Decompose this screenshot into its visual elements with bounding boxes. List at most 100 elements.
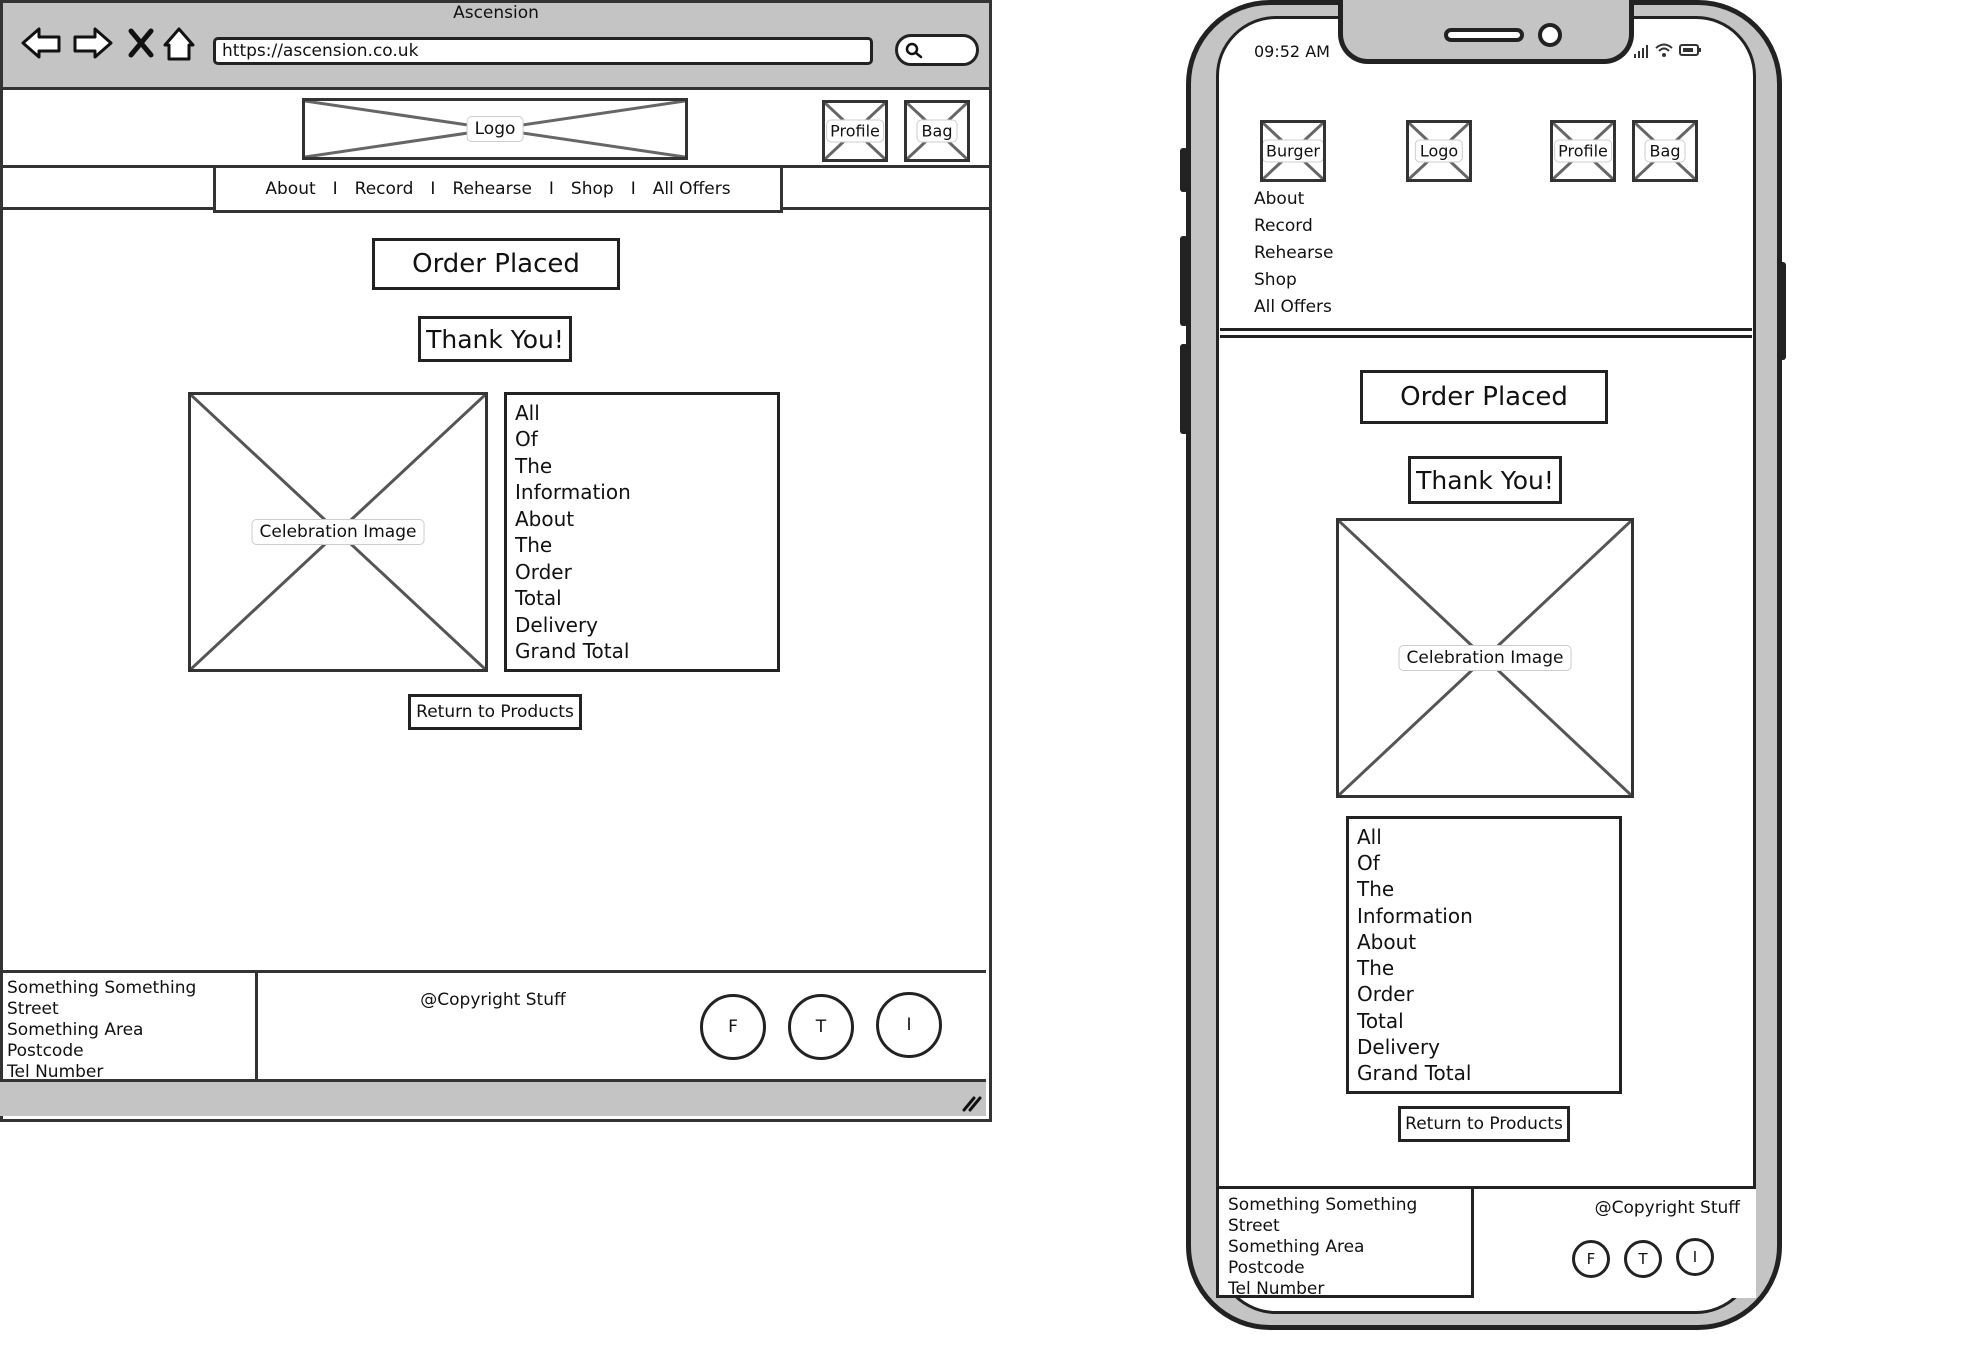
main-navigation: About I Record I Rehearse I Shop I All O… — [213, 168, 783, 213]
wifi-icon — [1655, 43, 1673, 57]
profile-button[interactable]: Profile — [822, 100, 888, 162]
celebration-image-label: Celebration Image — [251, 519, 425, 545]
facebook-link[interactable]: F — [700, 994, 766, 1060]
info-line: Delivery — [1357, 1034, 1441, 1059]
info-line: The — [515, 533, 553, 558]
mobile-celebration-image-label: Celebration Image — [1398, 645, 1572, 671]
mobile-footer-copyright: @Copyright Stuff — [1594, 1198, 1740, 1218]
phone-side-button — [1180, 344, 1188, 434]
nav-separator: I — [548, 179, 554, 199]
info-line: Of — [1357, 851, 1380, 876]
address-line: Something Area — [1228, 1237, 1365, 1257]
info-line: All — [515, 401, 540, 425]
info-line: Delivery — [515, 612, 599, 637]
info-line: The — [1357, 877, 1395, 902]
thank-you-heading: Thank You! — [418, 316, 572, 362]
info-line: Information — [515, 480, 631, 505]
info-line: About — [515, 506, 575, 531]
address-line: Tel Number — [1228, 1279, 1325, 1299]
celebration-image: Celebration Image — [188, 392, 488, 672]
camera-icon — [1538, 23, 1562, 47]
back-arrow-icon[interactable] — [21, 27, 61, 59]
info-line: The — [1357, 956, 1395, 981]
info-line: About — [1357, 929, 1417, 954]
nav-item-rehearse[interactable]: Rehearse — [445, 179, 538, 199]
mobile-profile-label: Profile — [1554, 139, 1612, 163]
status-icons — [1634, 43, 1701, 58]
instagram-link[interactable]: I — [876, 992, 942, 1058]
browser-status-bar — [0, 1082, 986, 1116]
address-line: Postcode — [1228, 1258, 1305, 1278]
address-line: Tel Number — [7, 1062, 104, 1082]
nav-item-record[interactable]: Record — [348, 179, 421, 199]
mobile-menu-item-record[interactable]: Record — [1254, 213, 1333, 240]
profile-label: Profile — [826, 119, 884, 143]
order-info-panel: All Of The Information About The Order T… — [504, 392, 780, 672]
info-line: All — [1357, 825, 1382, 849]
phone-side-button — [1180, 236, 1188, 326]
info-line: Total — [1357, 1008, 1404, 1033]
info-line: The — [515, 453, 553, 478]
phone-side-button — [1778, 262, 1786, 360]
status-time: 09:52 AM — [1254, 42, 1330, 61]
address-line: Something Something Street — [1228, 1195, 1418, 1236]
info-line: Order — [515, 559, 572, 584]
browser-search-button[interactable] — [895, 34, 979, 66]
address-line: Something Something Street — [7, 978, 197, 1019]
home-icon[interactable] — [163, 27, 195, 61]
mobile-menu-item-shop[interactable]: Shop — [1254, 267, 1333, 294]
bag-button[interactable]: Bag — [904, 100, 970, 162]
mobile-logo[interactable]: Logo — [1406, 120, 1472, 182]
mobile-menu: About Record Rehearse Shop All Offers — [1254, 186, 1333, 321]
nav-item-all-offers[interactable]: All Offers — [646, 179, 738, 199]
mobile-order-placed-heading: Order Placed — [1360, 370, 1608, 424]
search-icon — [905, 42, 923, 59]
address-line: Something Area — [7, 1020, 144, 1040]
twitter-link[interactable]: T — [788, 994, 854, 1060]
close-icon[interactable] — [128, 28, 154, 58]
nav-separator: I — [430, 179, 436, 199]
nav-separator: I — [332, 179, 338, 199]
info-line: Total — [515, 586, 562, 611]
footer-address: Something Something Street Something Are… — [0, 970, 258, 1082]
mobile-facebook-link[interactable]: F — [1572, 1240, 1610, 1278]
resize-grip-icon[interactable] — [960, 1092, 982, 1112]
speaker-icon — [1444, 28, 1524, 42]
phone-side-button — [1180, 148, 1188, 192]
mobile-twitter-link[interactable]: T — [1624, 1240, 1662, 1278]
address-line: Postcode — [7, 1041, 84, 1061]
logo-label: Logo — [466, 116, 524, 142]
info-line: Grand Total — [1357, 1060, 1472, 1085]
battery-icon — [1679, 44, 1701, 56]
mobile-footer-address: Something Something Street Something Are… — [1216, 1186, 1474, 1299]
info-line: Order — [1357, 982, 1414, 1007]
address-bar[interactable]: https://ascension.co.uk — [213, 37, 873, 65]
burger-label: Burger — [1263, 139, 1323, 163]
logo-placeholder[interactable]: Logo — [302, 98, 688, 160]
nav-separator: I — [630, 179, 636, 199]
mobile-instagram-link[interactable]: I — [1676, 1238, 1714, 1276]
mobile-menu-item-rehearse[interactable]: Rehearse — [1254, 240, 1333, 267]
footer-copyright: @Copyright Stuff — [420, 990, 566, 1010]
return-to-products-button[interactable]: Return to Products — [408, 694, 582, 730]
signal-icon — [1634, 45, 1648, 58]
nav-item-shop[interactable]: Shop — [564, 179, 621, 199]
bag-label: Bag — [916, 119, 958, 143]
info-line: Grand Total — [515, 638, 630, 663]
mobile-order-info-panel: All Of The Information About The Order T… — [1346, 816, 1622, 1094]
header-divider — [1220, 328, 1752, 338]
info-line: Of — [515, 427, 538, 452]
order-placed-heading: Order Placed — [372, 238, 620, 290]
mobile-bag-button[interactable]: Bag — [1632, 120, 1698, 182]
mobile-logo-label: Logo — [1414, 139, 1464, 163]
nav-item-about[interactable]: About — [258, 179, 322, 199]
mobile-profile-button[interactable]: Profile — [1550, 120, 1616, 182]
browser-title: Ascension — [453, 3, 539, 23]
burger-menu-button[interactable]: Burger — [1260, 120, 1326, 182]
info-line: Information — [1357, 903, 1473, 928]
mobile-menu-item-all-offers[interactable]: All Offers — [1254, 294, 1333, 321]
forward-arrow-icon[interactable] — [73, 27, 113, 59]
mobile-return-to-products-button[interactable]: Return to Products — [1398, 1106, 1570, 1142]
browser-toolbar: Ascension https://ascension.co.uk — [3, 3, 989, 90]
mobile-menu-item-about[interactable]: About — [1254, 186, 1333, 213]
